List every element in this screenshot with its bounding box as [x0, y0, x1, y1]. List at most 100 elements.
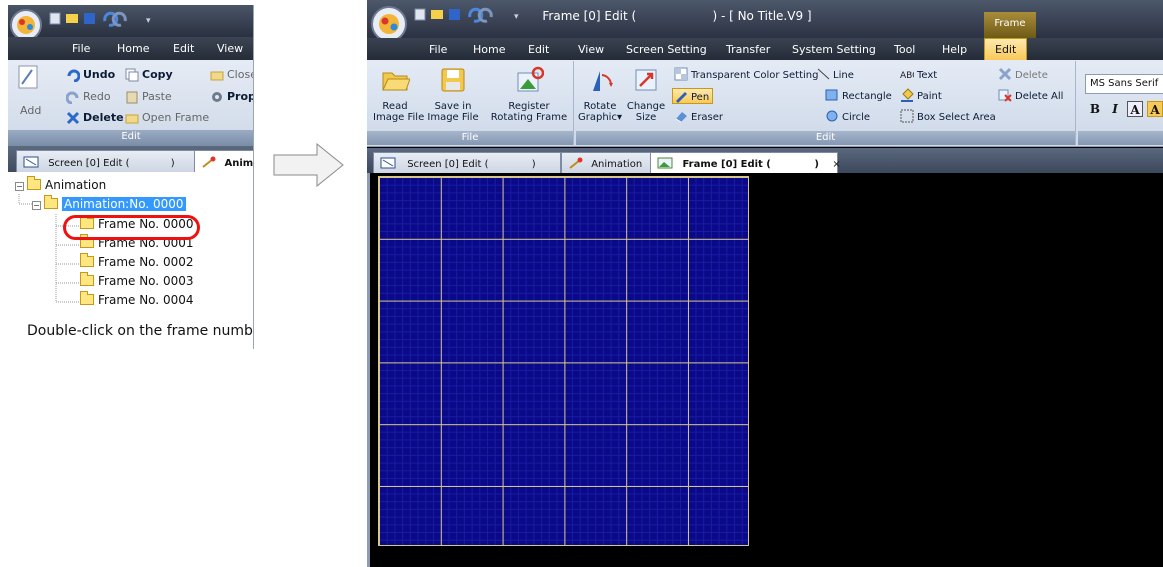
bold-button[interactable]: B — [1087, 101, 1103, 117]
paste-icon — [126, 91, 138, 104]
menu-view[interactable]: View — [578, 43, 604, 56]
menu-system-setting[interactable]: System Setting — [792, 43, 876, 56]
undo-button[interactable]: Undo — [83, 68, 115, 81]
menu-edit[interactable]: Edit — [173, 42, 194, 55]
tab-screen-close-paren: ) — [170, 158, 175, 169]
properties-button[interactable]: Prop — [227, 90, 253, 103]
delete-all-label: Delete All — [1015, 91, 1064, 102]
menu-view[interactable]: View — [217, 42, 243, 55]
menu-home[interactable]: Home — [473, 43, 505, 56]
open-folder-icon — [382, 72, 411, 91]
eraser-label: Eraser — [691, 112, 724, 123]
open-frame-button[interactable]: Open Frame — [142, 111, 209, 124]
line-label: Line — [833, 70, 854, 81]
delete-label: Delete — [1015, 70, 1048, 81]
ribbon: Read Image File Save in Image File Regis… — [367, 60, 1163, 147]
read-label-line1: Read — [382, 101, 408, 112]
change-size-button[interactable]: Change Size — [626, 65, 666, 123]
title-bar: ▾ — [8, 5, 253, 41]
quick-access-toolbar: ▾ — [10, 9, 151, 41]
frame-edit-window: ▾ Frame [0] Edit ( ) - [ No Title.V9 ] F… — [367, 0, 1163, 567]
pixel-grid-canvas[interactable] — [378, 176, 749, 546]
add-button[interactable]: Add — [20, 104, 41, 117]
pen-icon — [676, 92, 687, 103]
menu-home[interactable]: Home — [117, 42, 149, 55]
read-image-file-button[interactable]: Read Image File — [373, 65, 424, 123]
rotate-graphic-button[interactable]: Rotate Graphic▾ — [578, 65, 622, 123]
delete-button[interactable]: Delete — [83, 111, 124, 124]
font-name-select[interactable]: MS Sans Serif — [1085, 74, 1163, 94]
rectangle-icon — [825, 89, 838, 101]
menu-bar: File Home Edit View — [8, 37, 253, 60]
menu-tool[interactable]: Tool — [894, 43, 915, 56]
tab-animation[interactable]: Animation — [561, 152, 651, 173]
save-image-file-button[interactable]: Save in Image File — [425, 65, 481, 123]
menu-file[interactable]: File — [72, 42, 90, 55]
menu-transfer[interactable]: Transfer — [726, 43, 770, 56]
document-tab-strip: Screen [0] Edit ( ) Animation Frame [0] … — [367, 148, 1163, 173]
pen-label: Pen — [691, 92, 710, 103]
copy-button[interactable]: Copy — [142, 68, 173, 81]
svg-text:ABC: ABC — [900, 71, 914, 81]
redo-button[interactable]: Redo — [83, 90, 111, 103]
menu-bar: File Home Edit View Screen Setting Trans… — [367, 38, 1163, 60]
menu-file[interactable]: File — [429, 43, 447, 56]
pen-button[interactable]: Pen — [672, 88, 714, 104]
open-frame-icon — [125, 114, 139, 124]
menu-help[interactable]: Help — [942, 43, 967, 56]
transparent-color-label: Transparent Color Setting — [691, 70, 819, 81]
document-tab-strip: Screen [0] Edit ( ) Anim — [8, 146, 253, 172]
left-window: ▾ File Home Edit View Add Undo Redo Dele… — [8, 5, 254, 349]
box-select-icon — [900, 109, 914, 123]
delete-icon — [998, 67, 1012, 81]
highlight-text-button[interactable]: A — [1147, 101, 1163, 117]
circle-button[interactable]: Circle — [825, 109, 870, 125]
paste-button[interactable]: Paste — [142, 90, 172, 103]
frame-canvas-area — [367, 173, 1163, 567]
save-label-line2: Image File — [427, 112, 479, 123]
line-button[interactable]: Line — [816, 67, 854, 83]
tab-frame-edit[interactable]: Frame [0] Edit ( ) × — [650, 152, 841, 173]
register-rotating-frame-button[interactable]: Register Rotating Frame — [487, 65, 571, 123]
ribbon-group-edit: Rotate Graphic▾ Change Size Transparent … — [576, 61, 1076, 145]
paint-button[interactable]: Paint — [900, 88, 942, 104]
paint-label: Paint — [917, 91, 942, 102]
close-tab-icon[interactable]: × — [832, 159, 840, 170]
italic-button[interactable]: I — [1107, 101, 1123, 117]
box-select-label: Box Select Area — [917, 112, 996, 123]
register-label-line1: Register — [508, 101, 550, 112]
text-icon: ABC — [900, 71, 914, 81]
transparent-color-icon — [674, 67, 688, 81]
close-folder-icon — [210, 71, 224, 81]
delete-button[interactable]: Delete — [998, 67, 1048, 83]
register-label-line2: Rotating Frame — [490, 112, 568, 123]
ribbon: Add Undo Redo Delete Copy Paste Open Fra… — [8, 60, 253, 146]
line-icon — [817, 68, 830, 80]
dropdown-arrow-icon[interactable]: ▾ — [617, 112, 622, 123]
rotate-label-line2: Graphic — [578, 112, 617, 123]
tab-screen-label: Screen [0] Edit ( — [48, 158, 130, 169]
rectangle-button[interactable]: Rectangle — [825, 88, 892, 104]
transparent-color-setting-button[interactable]: Transparent Color Setting — [674, 67, 818, 83]
ribbon-group-caption-edit: Edit — [8, 130, 253, 146]
menu-screen-setting[interactable]: Screen Setting — [626, 43, 707, 56]
box-select-area-button[interactable]: Box Select Area — [900, 109, 996, 125]
menu-frame-edit[interactable]: Edit — [984, 38, 1028, 60]
undo-icon — [67, 69, 80, 82]
delete-all-button[interactable]: Delete All — [998, 88, 1063, 104]
boxed-text-button[interactable]: A — [1127, 101, 1143, 117]
change-size-icon — [635, 69, 657, 91]
title-bar: ▾ Frame [0] Edit ( ) - [ No Title.V9 ] F… — [367, 0, 1163, 38]
redo-icon — [66, 91, 79, 104]
tab-screen-edit[interactable]: Screen [0] Edit ( ) — [373, 152, 561, 173]
text-button[interactable]: ABCText — [900, 67, 937, 83]
close-button[interactable]: Close — [227, 68, 253, 81]
menu-edit[interactable]: Edit — [528, 43, 549, 56]
delete-icon — [66, 111, 80, 125]
eraser-button[interactable]: Eraser — [674, 109, 723, 125]
tab-animation[interactable]: Anim — [194, 150, 253, 172]
rotate-label-line1: Rotate — [583, 101, 617, 112]
animation-icon — [569, 157, 583, 169]
tab-animation-label: Animation — [591, 159, 643, 170]
tab-screen-edit[interactable]: Screen [0] Edit ( ) — [16, 150, 196, 172]
